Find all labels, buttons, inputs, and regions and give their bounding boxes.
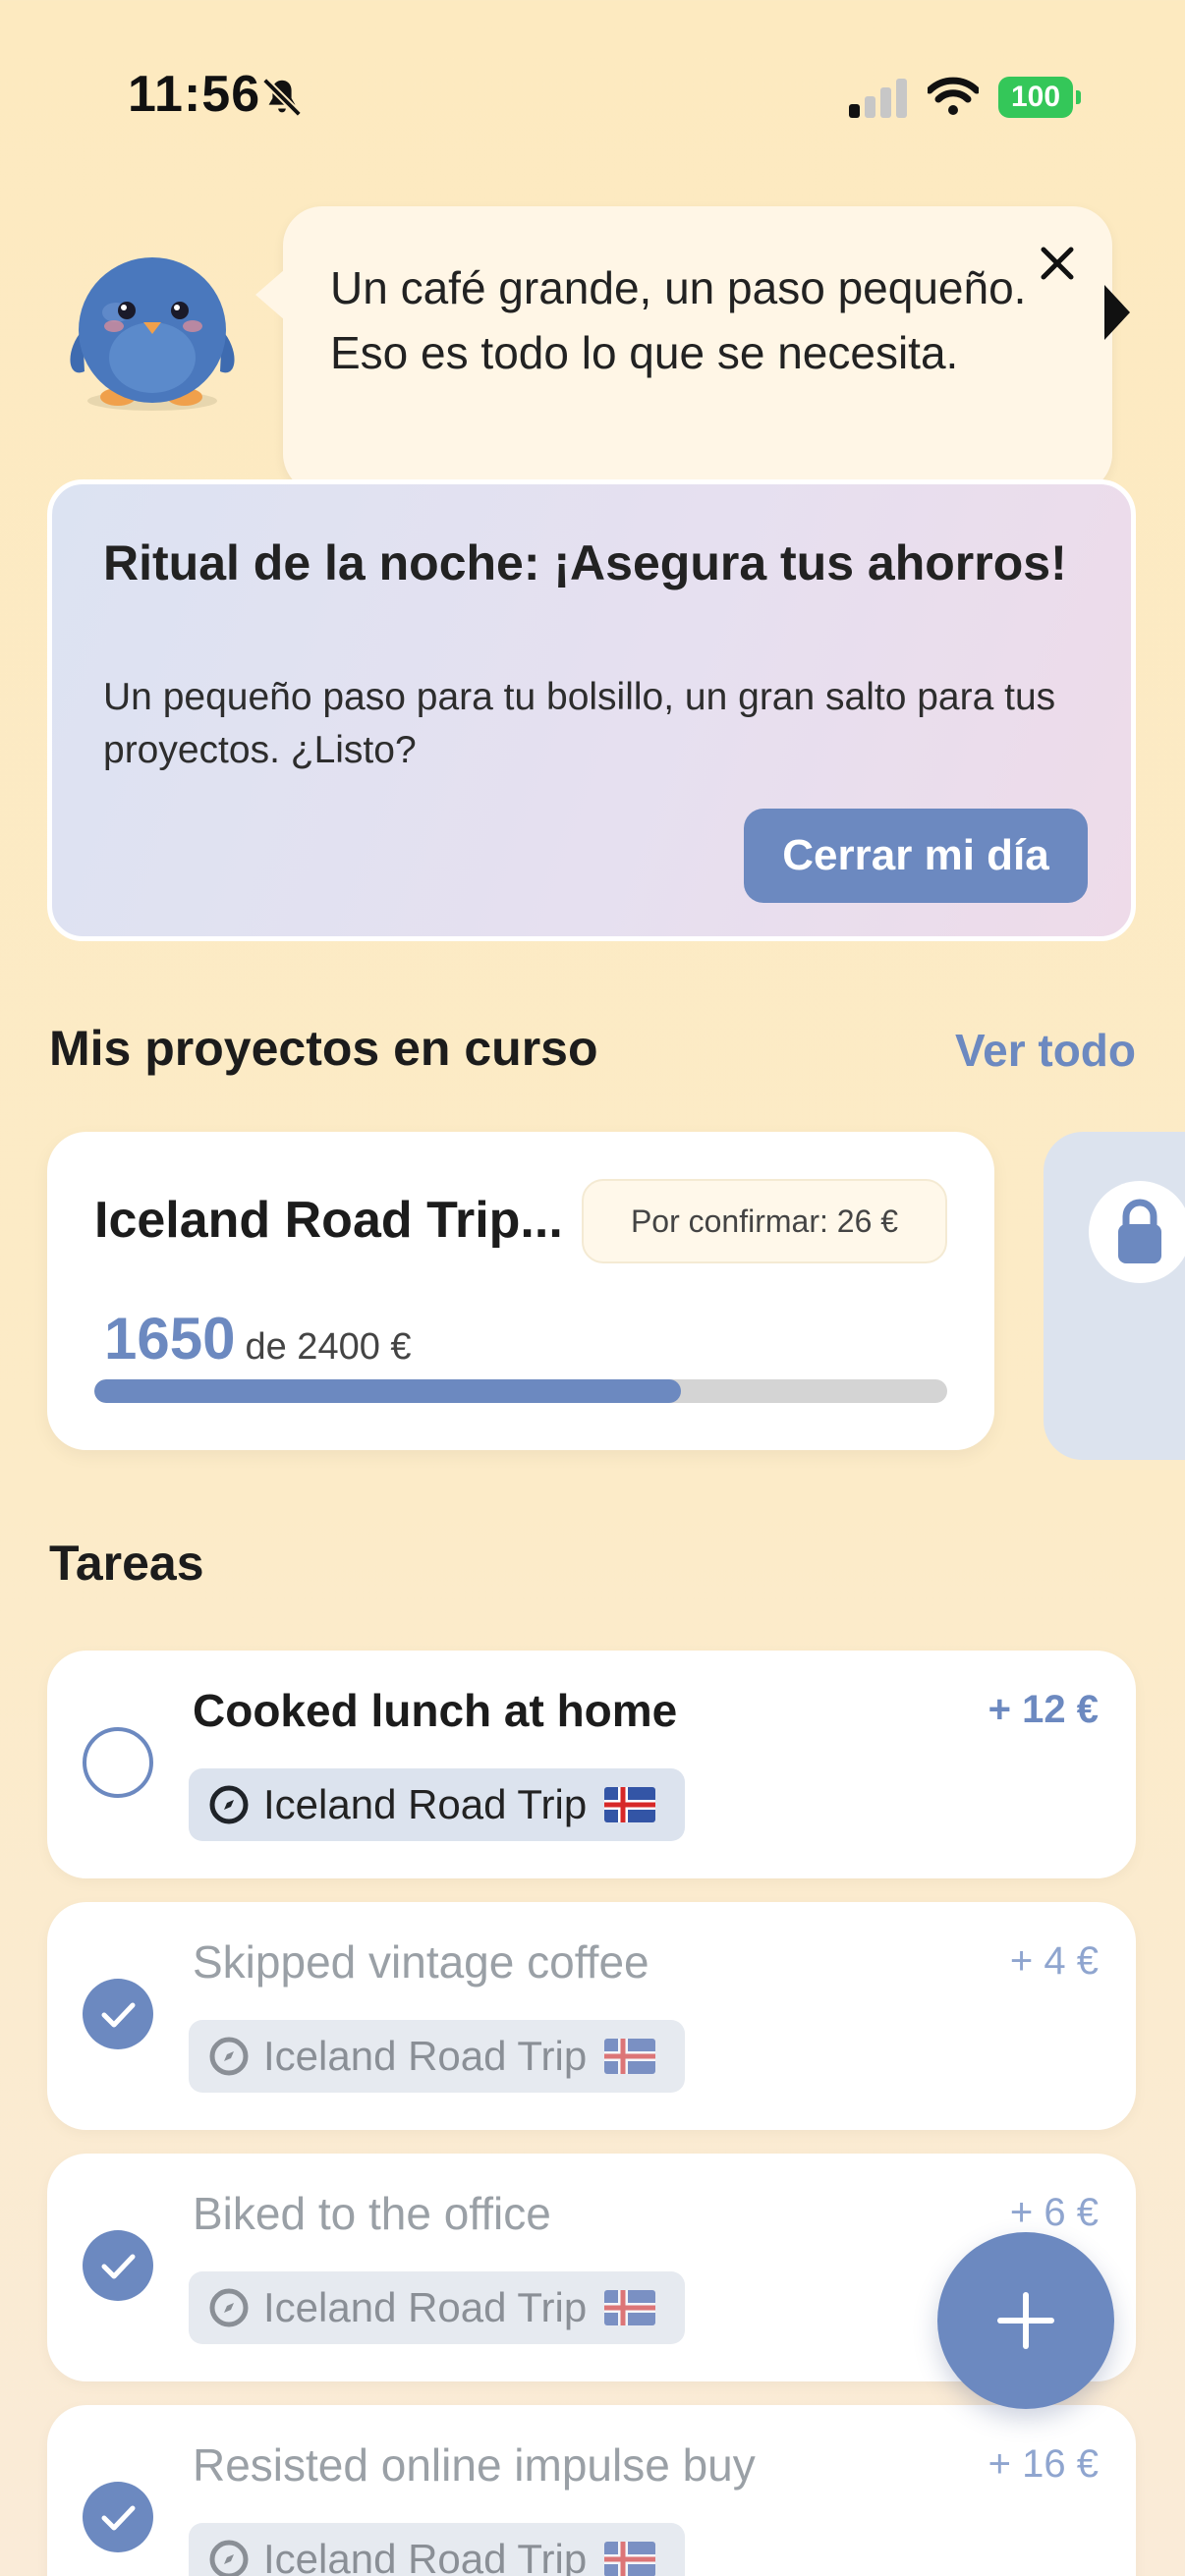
ritual-subtitle: Un pequeño paso para tu bolsillo, un gra… xyxy=(103,676,1056,771)
task-tag-label: Iceland Road Trip xyxy=(263,2536,588,2576)
compass-icon xyxy=(209,1785,249,1824)
checkmark-icon xyxy=(101,2505,136,2531)
task-amount: + 4 € xyxy=(1009,1939,1099,1983)
status-time: 11:56 xyxy=(128,66,261,123)
compass-icon xyxy=(209,2540,249,2576)
projects-section-title: Mis proyectos en curso xyxy=(49,1021,598,1076)
ritual-title: Ritual de la noche: ¡Asegura tus ahorros… xyxy=(103,535,1067,590)
compass-icon xyxy=(209,2288,249,2327)
task-card[interactable]: Skipped vintage coffee + 4 € Iceland Roa… xyxy=(47,1902,1136,2130)
bell-slash-icon xyxy=(262,78,302,117)
progress-bar-fill xyxy=(94,1379,681,1403)
project-name: Iceland Road Trip... xyxy=(94,1192,563,1249)
partial-icon xyxy=(1104,285,1130,340)
task-checkbox-checked[interactable] xyxy=(83,2482,153,2552)
checkmark-icon xyxy=(101,2254,136,2279)
night-ritual-card: Ritual de la noche: ¡Asegura tus ahorros… xyxy=(47,479,1136,941)
project-progress-text: 1650 de 2400 € xyxy=(104,1305,412,1372)
task-tag-label: Iceland Road Trip xyxy=(263,1781,588,1827)
task-checkbox[interactable] xyxy=(83,1727,153,1798)
locked-project-card[interactable] xyxy=(1044,1132,1185,1460)
close-icon[interactable] xyxy=(1030,236,1085,291)
battery-icon: 100 xyxy=(998,77,1081,118)
progress-total: de 2400 € xyxy=(245,1326,412,1368)
task-project-tag: Iceland Road Trip xyxy=(189,2271,686,2344)
speech-bubble: Un café grande, un paso pequeño. Eso es … xyxy=(255,206,1112,493)
task-title: Skipped vintage coffee xyxy=(193,1936,649,1988)
task-title: Biked to the office xyxy=(193,2188,551,2239)
task-amount: + 16 € xyxy=(988,2442,1099,2486)
project-card[interactable]: Iceland Road Trip... Por confirmar: 26 €… xyxy=(47,1132,994,1450)
task-checkbox-checked[interactable] xyxy=(83,1979,153,2049)
lock-icon xyxy=(1118,1199,1161,1263)
iceland-flag-icon xyxy=(604,1787,656,1822)
iceland-flag-icon xyxy=(604,2039,656,2074)
signal-icon xyxy=(849,79,907,118)
tasks-section-title: Tareas xyxy=(49,1536,204,1591)
add-task-button[interactable] xyxy=(937,2232,1114,2409)
close-day-button[interactable]: Cerrar mi día xyxy=(744,809,1088,903)
progress-current: 1650 xyxy=(104,1306,236,1372)
task-title: Resisted online impulse buy xyxy=(193,2439,756,2491)
task-checkbox-checked[interactable] xyxy=(83,2230,153,2301)
lock-badge xyxy=(1089,1181,1185,1283)
task-project-tag: Iceland Road Trip xyxy=(189,2523,686,2576)
iceland-flag-icon xyxy=(604,2542,656,2576)
task-project-tag: Iceland Road Trip xyxy=(189,1768,686,1841)
task-tag-label: Iceland Road Trip xyxy=(263,2033,588,2079)
compass-icon xyxy=(209,2037,249,2076)
bird-mascot-icon xyxy=(70,257,235,411)
progress-bar xyxy=(94,1379,947,1403)
battery-level: 100 xyxy=(998,77,1073,118)
see-all-link[interactable]: Ver todo xyxy=(955,1024,1136,1077)
status-bar: 11:56 100 xyxy=(0,0,1185,187)
speech-bubble-text: Un café grande, un paso pequeño. Eso es … xyxy=(330,262,1027,378)
task-card[interactable]: Resisted online impulse buy + 16 € Icela… xyxy=(47,2405,1136,2576)
task-amount: + 12 € xyxy=(988,1688,1099,1731)
task-title: Cooked lunch at home xyxy=(193,1685,678,1736)
checkmark-icon xyxy=(101,2002,136,2028)
task-tag-label: Iceland Road Trip xyxy=(263,2284,588,2330)
task-project-tag: Iceland Road Trip xyxy=(189,2020,686,2093)
pending-badge: Por confirmar: 26 € xyxy=(582,1179,947,1263)
wifi-icon xyxy=(928,77,979,115)
plus-icon xyxy=(997,2292,1054,2349)
iceland-flag-icon xyxy=(604,2290,656,2325)
task-amount: + 6 € xyxy=(1009,2191,1099,2234)
task-card[interactable]: Cooked lunch at home + 12 € Iceland Road… xyxy=(47,1651,1136,1878)
